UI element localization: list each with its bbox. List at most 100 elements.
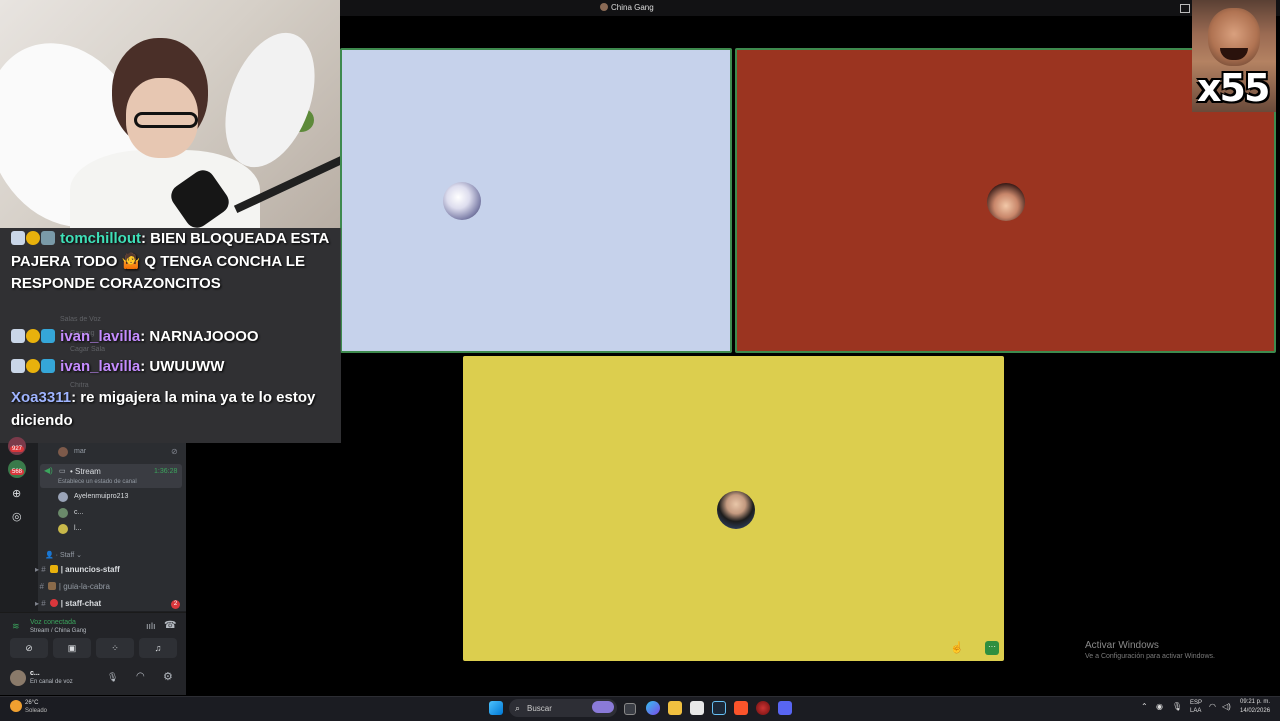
video-tile-3[interactable]: ☝ ··· [463, 356, 1004, 661]
noise-suppression-icon[interactable]: ıılı [146, 621, 156, 631]
channel-guia-la-cabra[interactable]: # | guia-la-cabra [35, 582, 110, 591]
brave-browser-icon[interactable] [734, 701, 748, 715]
weather-icon[interactable] [10, 700, 22, 712]
channel-label: | guia-la-cabra [58, 582, 110, 591]
tv-icon: ▭ [59, 468, 66, 475]
tray-chevron-icon[interactable]: ⌃ [1141, 702, 1148, 711]
settings-gear-icon[interactable]: ⚙ [163, 670, 173, 683]
chat-message: ivan_lavilla: UWUUWW [11, 356, 331, 379]
gem-badge-icon [41, 329, 55, 343]
stream-channel-name[interactable]: • Stream [70, 467, 101, 476]
sword-badge-icon [11, 329, 25, 343]
chat-text: BIEN BLOQUEADA ESTA PAJERA TODO 🤷 Q TENG… [11, 230, 329, 292]
streamer-webcam [0, 0, 340, 228]
user-panel [0, 665, 186, 695]
channel-status[interactable]: Establece un estado de canal [58, 479, 137, 485]
tray-mic-icon[interactable]: 🎙 [1172, 702, 1182, 711]
deafened-icon: ⊘ [171, 447, 178, 456]
chat-username: tomchillout [60, 230, 141, 247]
gem-badge-icon [41, 359, 55, 373]
task-view-icon[interactable] [624, 703, 636, 715]
hash-icon: ▸ # [35, 599, 46, 608]
faded-channel: Salas de Voz [60, 316, 101, 323]
speaker-icon: ◀) [44, 466, 53, 475]
category-label: Staff [59, 552, 75, 559]
add-server-icon[interactable]: ⊕ [12, 487, 21, 500]
discord-icon[interactable] [778, 701, 792, 715]
category-header[interactable]: 👤 · Staff ⌄ [45, 551, 82, 559]
member-avatar [58, 524, 68, 534]
member-avatar [58, 492, 68, 502]
coin-badge-icon [26, 329, 40, 343]
clock-time[interactable]: 09:21 p. m. [1240, 699, 1270, 705]
store-icon[interactable] [690, 701, 704, 715]
language-code[interactable]: ESP [1190, 700, 1202, 706]
chat-text: NARNAJOOOO [149, 328, 259, 345]
obs-icon[interactable] [756, 701, 770, 715]
hash-icon: # [35, 582, 44, 591]
participant-avatar [717, 491, 755, 529]
chat-message: ivan_lavilla: NARNAJOOOO [11, 326, 331, 349]
steam-icon[interactable] [712, 701, 726, 715]
character-badge-icon [41, 231, 55, 245]
voice-member[interactable]: Ayelenmuipro213 [74, 493, 128, 500]
chat-username: ivan_lavilla [60, 358, 141, 375]
member-avatar [58, 447, 68, 457]
chat-message: tomchillout: BIEN BLOQUEADA ESTA PAJERA … [11, 230, 329, 292]
search-highlight-icon [592, 701, 614, 713]
user-avatar[interactable] [10, 670, 26, 686]
search-placeholder: Buscar [527, 704, 552, 713]
voice-status: Voz conectada [30, 619, 76, 626]
clock-date[interactable]: 14/02/2026 [1240, 708, 1270, 714]
camera-off-button[interactable]: ⊘ [10, 638, 48, 658]
hash-icon: ▸ # [35, 565, 46, 574]
weather-condition: Soleado [25, 708, 48, 714]
stream-channel-label: Stream [75, 467, 101, 476]
copilot-icon[interactable] [646, 701, 660, 715]
user-status: En canal de voz [30, 679, 73, 685]
more-options-button[interactable]: ··· [985, 641, 999, 655]
channel-staff-chat[interactable]: ▸ # | staff-chat [35, 599, 101, 608]
weather-temp: 26°C [25, 700, 39, 706]
windows-taskbar [0, 696, 1280, 721]
sword-badge-icon [11, 231, 25, 245]
file-explorer-icon[interactable] [668, 701, 682, 715]
explore-icon[interactable]: ◎ [12, 510, 22, 523]
disconnect-icon[interactable]: ☎ [164, 620, 176, 631]
signal-icon[interactable]: ≋ [12, 621, 20, 632]
channel-anuncios-staff[interactable]: ▸ # | anuncios-staff [35, 565, 120, 574]
coin-badge-icon [26, 231, 40, 245]
keyboard-layout[interactable]: LAA [1190, 708, 1201, 714]
voice-location[interactable]: Stream / China Gang [30, 628, 86, 634]
user-name: c... [30, 670, 40, 677]
server-icon [600, 3, 608, 11]
channel-label: | staff-chat [60, 599, 102, 608]
emote-counter: x55 [1197, 66, 1270, 110]
faded-channel: Gaming [70, 330, 95, 337]
sword-badge-icon [11, 359, 25, 373]
voice-member[interactable]: c... [74, 509, 83, 516]
emote-overlay: x55 [1192, 0, 1276, 112]
microphone-icon[interactable]: 🎙 [107, 672, 118, 683]
screen-share-button[interactable]: ▣ [53, 638, 91, 658]
chat-text: UWUUWW [149, 358, 225, 375]
soundboard-button[interactable]: ♫ [139, 638, 177, 658]
video-tile-1[interactable] [340, 48, 732, 353]
no-entry-icon [49, 599, 58, 607]
voice-member[interactable]: l... [74, 525, 81, 532]
volume-icon[interactable]: ◁) [1222, 702, 1231, 711]
activities-button[interactable]: ⁘ [96, 638, 134, 658]
windows-start-icon[interactable] [489, 701, 503, 715]
stream-timer: 1:36:28 [154, 468, 178, 475]
headphones-icon[interactable]: ◠ [136, 671, 145, 682]
mouse-cursor-icon: ☝ [950, 642, 964, 654]
voice-member[interactable]: mar [74, 448, 86, 455]
window-restore-icon[interactable] [1180, 4, 1190, 13]
member-avatar [58, 508, 68, 518]
tray-network-icon[interactable]: ◉ [1156, 702, 1163, 711]
streamer-body [70, 150, 260, 228]
server-badge: 927 [10, 446, 25, 452]
wifi-icon[interactable]: ◠ [1209, 702, 1216, 711]
bell-icon [49, 565, 58, 573]
angel-wing-right [208, 20, 332, 180]
